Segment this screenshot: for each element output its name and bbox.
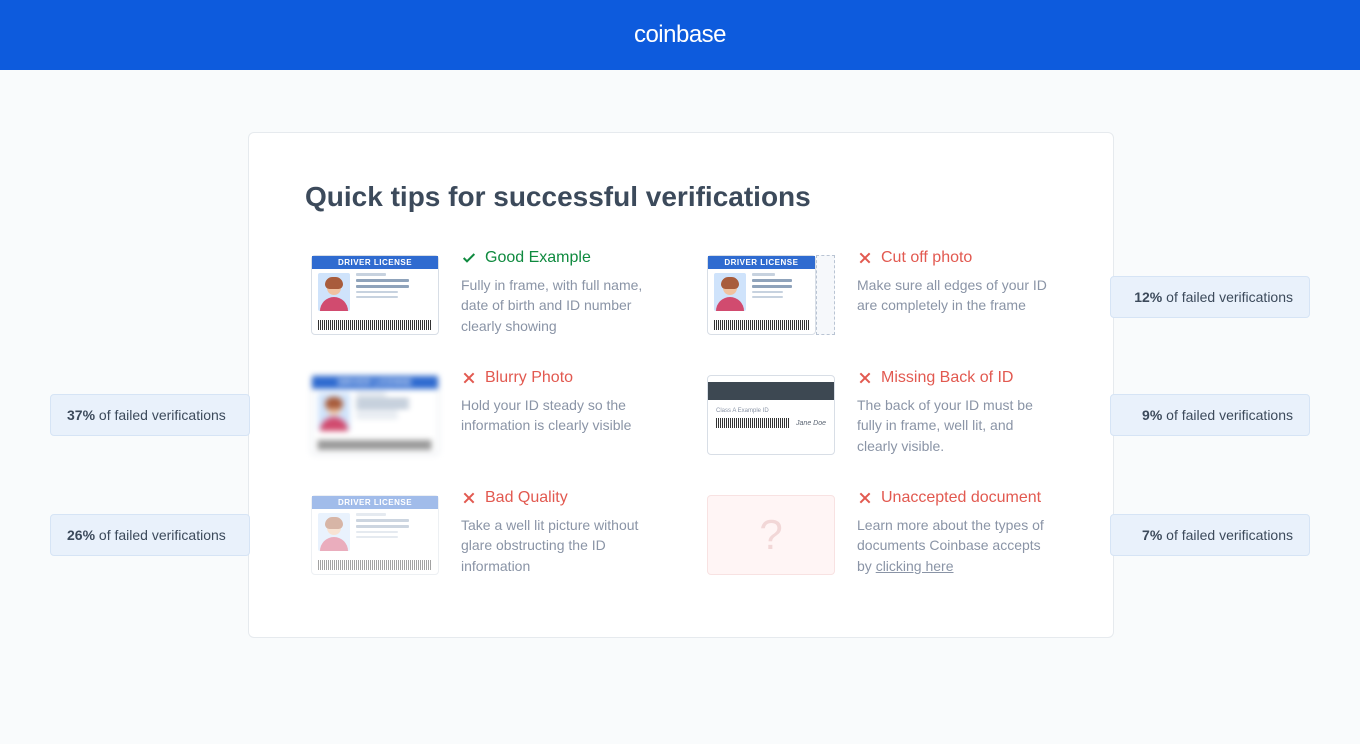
id-header: DRIVER LICENSE [708, 256, 815, 269]
thumb-back: Class A Example ID Jane Doe [701, 369, 841, 461]
id-header: DRIVER LICENSE [312, 376, 438, 389]
tip-desc: Fully in frame, with full name, date of … [461, 275, 661, 336]
x-icon [857, 250, 873, 266]
tip-bad-quality: DRIVER LICENSE Bad Quality Take a well l… [305, 489, 661, 581]
tip-title: Cut off photo [857, 249, 1057, 267]
x-icon [857, 370, 873, 386]
callout-26: 26% of failed verifications [50, 514, 250, 556]
tip-desc: Learn more about the types of documents … [857, 515, 1057, 576]
id-photo-icon [714, 273, 746, 311]
tips-grid: DRIVER LICENSE Good Example Fully in fra… [305, 249, 1057, 581]
tip-title: Blurry Photo [461, 369, 661, 387]
x-icon [461, 370, 477, 386]
tip-good-example: DRIVER LICENSE Good Example Fully in fra… [305, 249, 661, 341]
tip-desc: The back of your ID must be fully in fra… [857, 395, 1057, 456]
x-icon [461, 490, 477, 506]
tip-desc: Take a well lit picture without glare ob… [461, 515, 661, 576]
tip-title: Unaccepted document [857, 489, 1057, 507]
question-icon: ? [759, 511, 782, 559]
tips-card: Quick tips for successful verifications … [248, 132, 1114, 638]
id-photo-icon [318, 273, 350, 311]
accepted-docs-link[interactable]: clicking here [876, 558, 954, 574]
tip-desc: Make sure all edges of your ID are compl… [857, 275, 1057, 316]
callout-37: 37% of failed verifications [50, 394, 250, 436]
id-photo-icon [318, 393, 350, 431]
check-icon [461, 250, 477, 266]
callout-12: 12% of failed verifications [1110, 276, 1310, 318]
signature: Jane Doe [796, 420, 826, 427]
callout-7: 7% of failed verifications [1110, 514, 1310, 556]
tip-missing-back: Class A Example ID Jane Doe Missing Back… [701, 369, 1057, 461]
brand-logo: coinbase [634, 21, 726, 49]
tip-title: Missing Back of ID [857, 369, 1057, 387]
x-icon [857, 490, 873, 506]
thumb-good: DRIVER LICENSE [305, 249, 445, 341]
tip-desc: Hold your ID steady so the information i… [461, 395, 661, 436]
tip-title: Good Example [461, 249, 661, 267]
cutoff-area-icon [816, 255, 835, 335]
app-header: coinbase [0, 0, 1360, 70]
page-title: Quick tips for successful verifications [305, 181, 1057, 213]
thumb-question: ? [701, 489, 841, 581]
id-header: DRIVER LICENSE [312, 496, 438, 509]
thumb-cutoff: DRIVER LICENSE [701, 249, 841, 341]
magstripe-icon [708, 382, 834, 400]
id-photo-icon [318, 513, 350, 551]
thumb-faded: DRIVER LICENSE [305, 489, 445, 581]
tip-cut-off: DRIVER LICENSE Cut off photo Make sure [701, 249, 1057, 341]
barcode-icon [716, 418, 790, 428]
tip-unaccepted: ? Unaccepted document Learn more about t… [701, 489, 1057, 581]
thumb-blurry: DRIVER LICENSE [305, 369, 445, 461]
tip-title: Bad Quality [461, 489, 661, 507]
callout-9: 9% of failed verifications [1110, 394, 1310, 436]
tip-blurry: DRIVER LICENSE Blurry Photo Hold your ID… [305, 369, 661, 461]
id-header: DRIVER LICENSE [312, 256, 438, 269]
